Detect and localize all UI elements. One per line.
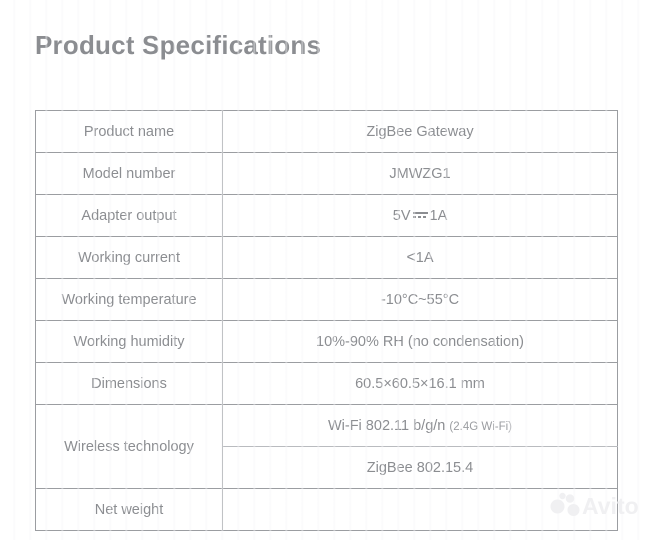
table-row: Working humidity 10%-90% RH (no condensa…	[35, 320, 618, 363]
spec-value-wireless-wifi: Wi-Fi 802.11 b/g/n (2.4G Wi-Fi)	[222, 404, 618, 447]
table-row: Adapter output 5V 1A	[35, 194, 618, 237]
spec-value-working-humidity: 10%-90% RH (no condensation)	[222, 320, 618, 363]
spec-value-working-temperature: -10°C~55°C	[222, 278, 618, 321]
spec-value-working-current: <1A	[222, 236, 618, 279]
table-row: Working temperature -10°C~55°C	[35, 278, 618, 321]
spec-label-working-temperature: Working temperature	[35, 278, 223, 321]
spec-value-net-weight	[222, 488, 618, 531]
wifi-standard: Wi-Fi 802.11 b/g/n	[327, 417, 446, 434]
spec-label-working-current: Working current	[35, 236, 223, 279]
spec-label-model-number: Model number	[35, 152, 223, 195]
product-specifications-table: Product name ZigBee Gateway Model number…	[35, 110, 618, 531]
spec-label-product-name: Product name	[35, 110, 223, 153]
table-row: Product name ZigBee Gateway	[35, 110, 618, 153]
spec-value-product-name: ZigBee Gateway	[222, 110, 618, 153]
spec-label-adapter-output: Adapter output	[35, 194, 223, 237]
spec-label-working-humidity: Working humidity	[35, 320, 223, 363]
working-current-amount: 1A	[415, 249, 434, 266]
wifi-band-note: (2.4G Wi-Fi)	[449, 420, 513, 433]
table-row: Net weight	[35, 488, 618, 531]
adapter-output-voltage: 5V	[392, 207, 411, 224]
page-title: Product Specifications	[35, 30, 322, 60]
adapter-output-current: 1A	[429, 207, 448, 224]
spec-value-adapter-output: 5V 1A	[222, 194, 618, 237]
table-row: Model number JMWZG1	[35, 152, 618, 195]
spec-value-wireless-zigbee: ZigBee 802.15.4	[222, 446, 618, 489]
table-row: Wireless technology Wi-Fi 802.11 b/g/n (…	[35, 404, 618, 489]
spec-value-model-number: JMWZG1	[222, 152, 618, 195]
spec-label-net-weight: Net weight	[35, 488, 223, 531]
table-row: Working current <1A	[35, 236, 618, 279]
table-row: Dimensions 60.5×60.5×16.1 mm	[35, 362, 618, 405]
less-than-sign: <	[406, 248, 416, 266]
spec-label-dimensions: Dimensions	[35, 362, 223, 405]
dc-current-icon	[412, 210, 428, 221]
spec-label-wireless-technology: Wireless technology	[35, 404, 223, 489]
spec-value-dimensions: 60.5×60.5×16.1 mm	[222, 362, 618, 405]
